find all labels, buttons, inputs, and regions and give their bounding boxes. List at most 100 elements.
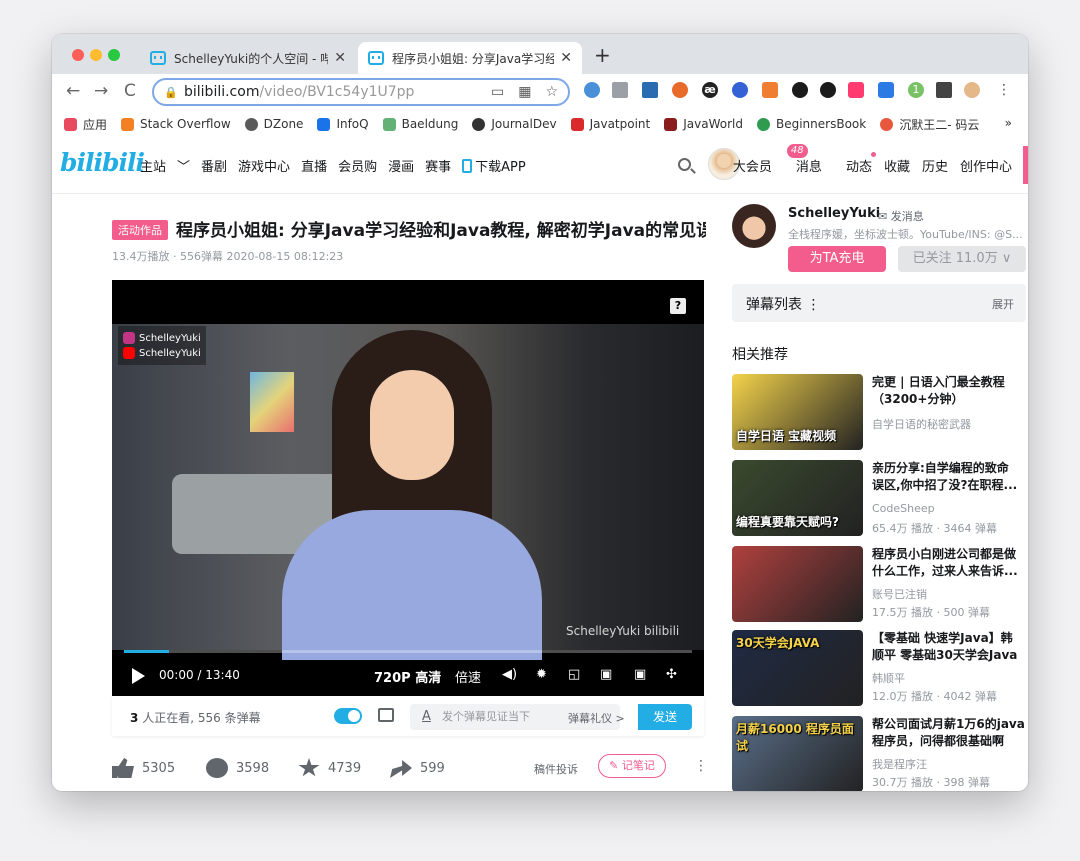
related-title[interactable]: 帮公司面试月薪1万6的java 程序员，问得都很基础啊 [872,716,1028,750]
video-thumbnail[interactable]: 月薪16000 程序员面试 [732,716,863,791]
nav-favorites[interactable]: 收藏 [884,156,910,175]
bookmark-javaworld[interactable]: JavaWorld [664,117,743,131]
related-video-item[interactable]: 程序员小白刚进公司都是做 什么工作，过来人来告诉... 账号已注销 17.5万 … [732,546,1028,626]
video-thumbnail[interactable] [732,546,863,622]
video-thumbnail[interactable]: 30天学会JAVA [732,630,863,706]
related-title[interactable]: 程序员小白刚进公司都是做 什么工作，过来人来告诉... [872,546,1028,580]
danmaku-toggle[interactable] [334,708,362,724]
nav-shop[interactable]: 会员购 [338,156,377,175]
related-video-item[interactable]: 自学日语 宝藏视频 完更 | 日语入门最全教程 （3200+分钟） 自学日语的秘… [732,374,1028,454]
tab-uploader-space[interactable]: SchelleyYuki的个人空间 - 哔哩哔 ✕ [140,42,356,74]
nav-vip[interactable]: 大会员 [733,156,772,175]
speed-selector[interactable]: 倍速 [455,667,481,686]
video-thumbnail[interactable]: 编程真要靠天赋吗? [732,460,863,536]
send-danmaku-button[interactable]: 发送 [638,704,692,730]
volume-icon[interactable]: ◀) [502,667,517,682]
nav-manga[interactable]: 漫画 [388,156,414,175]
related-title[interactable]: 完更 | 日语入门最全教程 （3200+分钟） [872,374,1028,408]
forward-arrow-icon[interactable]: → [94,81,108,101]
nav-esports[interactable]: 赛事 [425,156,451,175]
bookmark-infoq[interactable]: InfoQ [317,117,369,131]
nav-bangumi[interactable]: 番剧 [201,156,227,175]
puzzle-extensions-icon[interactable] [936,82,952,98]
uploader-name[interactable]: SchelleyYuki [788,206,880,221]
qr-code-icon[interactable]: ▦ [518,84,531,100]
related-author[interactable]: 我是程序汪 [872,756,927,772]
extension-blue-icon[interactable] [732,82,748,98]
nav-download-app[interactable]: 下载APP [462,156,537,175]
bookmark-javatpoint[interactable]: Javatpoint [570,117,650,131]
cast-icon[interactable]: ▭ [491,84,504,100]
extension-grey-icon[interactable] [612,82,628,98]
more-bookmarks-button[interactable]: » [1005,116,1012,130]
zoom-window-button[interactable] [108,49,120,61]
danmaku-settings-icon[interactable] [378,708,394,722]
expand-button[interactable]: 展开 [992,296,1014,312]
minimize-window-button[interactable] [90,49,102,61]
video-thumbnail[interactable]: 自学日语 宝藏视频 [732,374,863,450]
new-tab-button[interactable]: + [594,43,611,67]
extension-shield-icon[interactable] [878,82,894,98]
nav-live[interactable]: 直播 [301,156,327,175]
extension-firefox-icon[interactable] [672,82,688,98]
bookmark-gitee[interactable]: 沉默王二- 码云 [880,116,979,133]
bookmark-journaldev[interactable]: JournalDev [472,117,557,131]
tab-video-active[interactable]: 程序员小姐姐: 分享Java学习经验 ✕ [358,42,582,74]
address-bar[interactable]: 🔒 bilibili.com/video/BV1c54y1U7pp ▭ ▦ ☆ [152,78,570,106]
extension-translate-icon[interactable] [584,82,600,98]
nav-creator-center[interactable]: 创作中心 [960,156,1012,175]
fullscreen-icon[interactable]: ✣ [666,667,677,682]
extension-star-icon[interactable] [848,82,864,98]
upload-button-edge[interactable] [1023,146,1028,184]
related-author[interactable]: 自学日语的秘密武器 [872,416,971,432]
bookmark-star-icon[interactable]: ☆ [545,84,558,100]
web-fullscreen-icon[interactable]: ▣ [634,667,646,682]
reload-icon[interactable]: C [124,81,136,101]
like-button[interactable]: 5305 [112,758,175,778]
quality-selector[interactable]: 720P 高清 [374,667,441,686]
play-icon[interactable] [132,668,145,684]
video-player[interactable]: SchelleyYuki SchelleyYuki ? SchelleyYuki… [112,280,704,696]
related-author[interactable]: 账号已注销 [872,586,927,602]
nav-dynamics[interactable]: 动态 [834,152,876,175]
extension-record-icon[interactable] [792,82,808,98]
bilibili-logo[interactable]: bilibili [60,148,145,177]
nav-main-site[interactable]: 主站 ﹀ [140,156,190,175]
coin-button[interactable]: 3598 [206,758,269,778]
extension-badge-icon[interactable]: 1 [908,82,924,98]
event-work-tag[interactable]: 活动作品 [112,220,168,240]
take-notes-button[interactable]: ✎ 记笔记 [598,754,666,778]
follow-button[interactable]: 已关注 11.0万 ∨ [898,246,1026,272]
danmaku-list-panel[interactable]: 弹幕列表 ⋮ 展开 [732,284,1026,322]
nav-messages[interactable]: 48 消息 [784,144,822,175]
widescreen-icon[interactable]: ▣ [600,667,612,682]
bookmark-stackoverflow[interactable]: Stack Overflow [121,117,231,131]
nav-history[interactable]: 历史 [922,156,948,175]
search-icon[interactable] [678,158,691,171]
back-arrow-icon[interactable]: ← [66,81,80,101]
bookmark-baeldung[interactable]: Baeldung [382,117,458,131]
related-video-item[interactable]: 30天学会JAVA 【零基础 快速学Java】韩 顺平 零基础30天学会Java… [732,630,1028,710]
charge-button[interactable]: 为TA充电 [788,246,886,272]
bookmark-apps[interactable]: 应用 [64,116,107,133]
extension-ae-icon[interactable]: æ [702,82,718,98]
related-video-item[interactable]: 编程真要靠天赋吗? 亲历分享:自学编程的致命 误区,你中招了没?在职程... C… [732,460,1028,540]
related-author[interactable]: CodeSheep [872,502,935,515]
bookmark-beginnersbook[interactable]: BeginnersBook [756,117,866,131]
related-author[interactable]: 韩顺平 [872,670,905,686]
uploader-avatar[interactable] [732,204,776,248]
progress-bar[interactable] [124,650,692,653]
related-title[interactable]: 【零基础 快速学Java】韩 顺平 零基础30天学会Java [872,630,1028,664]
more-actions-icon[interactable]: ⋮ [694,758,708,774]
close-tab-icon[interactable]: ✕ [560,50,572,66]
close-tab-icon[interactable]: ✕ [334,50,346,66]
url-text[interactable]: bilibili.com/video/BV1c54y1U7pp [184,84,477,100]
related-title[interactable]: 亲历分享:自学编程的致命 误区,你中招了没?在职程... [872,460,1028,494]
browser-menu-icon[interactable]: ⋮ [996,82,1012,98]
nav-game-center[interactable]: 游戏中心 [238,156,290,175]
close-window-button[interactable] [72,49,84,61]
danmaku-etiquette-link[interactable]: 弹幕礼仪 > [568,710,625,726]
bookmark-dzone[interactable]: DZone [244,117,303,131]
extension-chat-icon[interactable] [820,82,836,98]
extension-vue-icon[interactable] [642,82,658,98]
